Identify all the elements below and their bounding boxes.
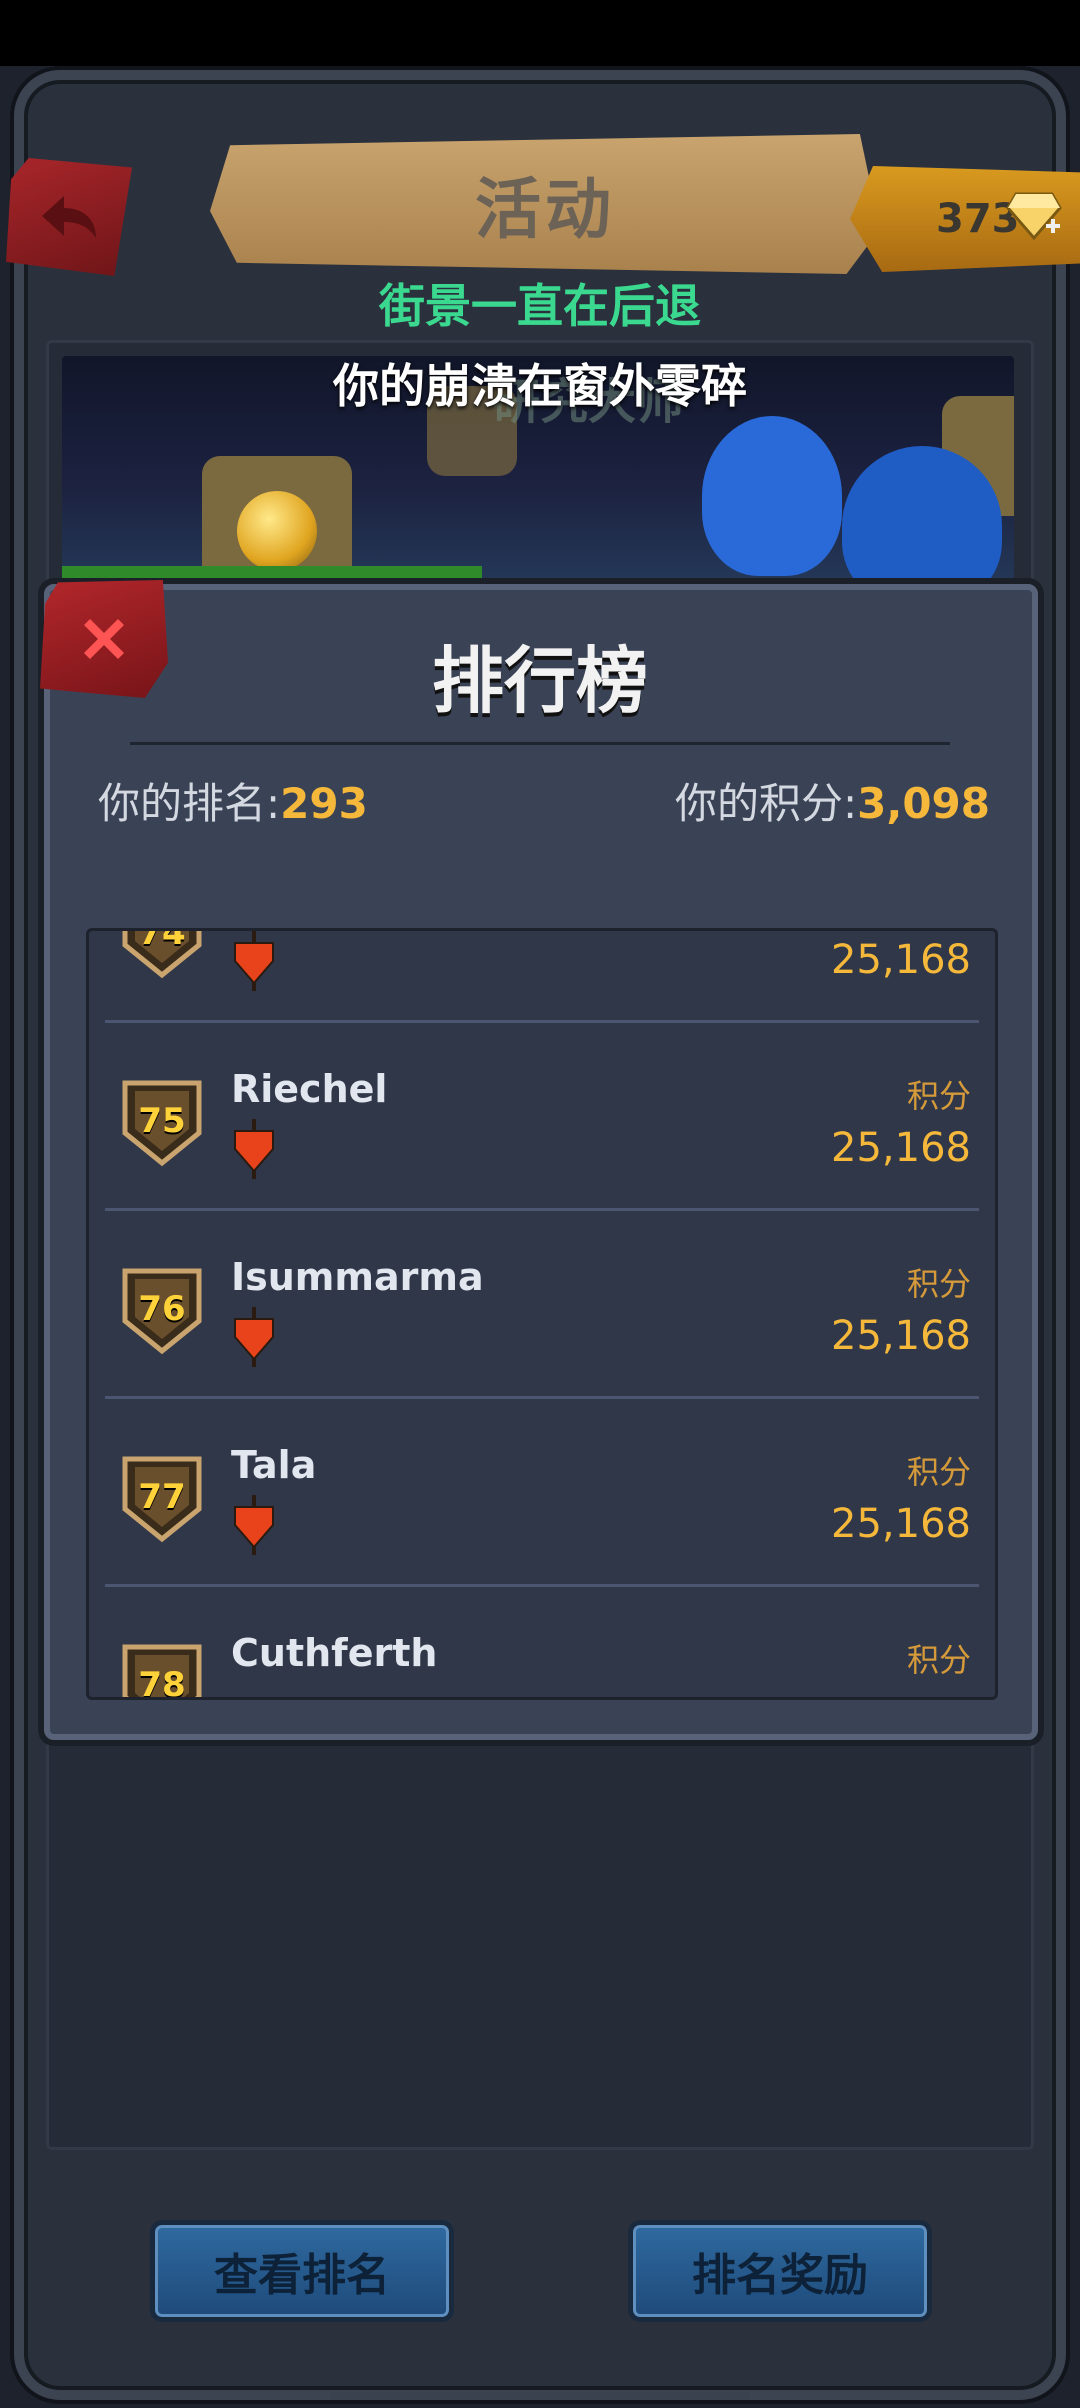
list-item[interactable]: 77 Tala 积分 25,168: [89, 1399, 995, 1587]
list-item[interactable]: 78 Cuthferth 积分: [89, 1587, 995, 1700]
list-item[interactable]: 74 25,168: [89, 928, 995, 1023]
home-indicator: [330, 2392, 750, 2400]
rank-number: 76: [138, 1289, 186, 1329]
status-bar: [0, 0, 1080, 66]
my-score-label: 你的积分:: [674, 779, 858, 828]
score-label: 积分: [906, 1453, 971, 1491]
subtitle-line-2: 你的崩溃在窗外零碎: [333, 359, 747, 413]
rank-number: 78: [138, 1665, 186, 1700]
subtitle-line-1: 街景一直在后退: [379, 279, 701, 333]
my-score: 你的积分:3,098: [675, 770, 990, 831]
my-rank-label: 你的排名:: [98, 779, 281, 828]
score-label: 积分: [906, 1077, 971, 1115]
orb-art: [237, 491, 317, 571]
my-score-value: 3,098: [857, 779, 990, 828]
flag-icon: [234, 1119, 274, 1179]
character-art: [702, 416, 842, 576]
back-arrow-icon: [42, 196, 96, 238]
rank-rewards-button[interactable]: 排名奖励: [628, 2220, 932, 2322]
list-item[interactable]: 76 Isummarma 积分 25,168: [89, 1211, 995, 1399]
rank-number: 77: [138, 1477, 186, 1517]
flag-icon: [234, 931, 274, 991]
title-divider: [130, 742, 950, 745]
back-button[interactable]: [6, 158, 132, 276]
list-item[interactable]: 75 Riechel 积分 25,168: [89, 1023, 995, 1211]
player-name: Tala: [231, 1443, 317, 1487]
rank-number: 74: [138, 928, 186, 953]
gem-counter[interactable]: 373: [850, 166, 1080, 272]
page-title: 活动: [475, 171, 615, 248]
player-score: 25,168: [831, 1501, 971, 1547]
rank-number: 75: [138, 1101, 186, 1141]
my-rank: 你的排名:293: [98, 770, 368, 831]
score-label: 积分: [906, 1641, 971, 1679]
player-score: 25,168: [831, 1125, 971, 1171]
leaderboard-title: 排行榜: [431, 639, 648, 723]
player-name: Riechel: [231, 1067, 388, 1111]
leaderboard-list[interactable]: 74 25,168 75 Riechel 积分 25,168 76 Isumma…: [86, 928, 998, 1700]
player-name: Cuthferth: [231, 1631, 438, 1675]
character-art: [842, 446, 1002, 592]
player-score: 25,168: [831, 1313, 971, 1359]
flag-icon: [234, 1307, 274, 1367]
my-rank-value: 293: [280, 779, 368, 828]
player-score: 25,168: [831, 937, 971, 983]
view-rank-button[interactable]: 查看排名: [150, 2220, 454, 2322]
player-name: Isummarma: [231, 1255, 484, 1299]
title-banner: 活动: [210, 134, 880, 274]
gem-icon: [1006, 192, 1062, 241]
flag-icon: [234, 1495, 274, 1555]
score-label: 积分: [906, 1265, 971, 1303]
